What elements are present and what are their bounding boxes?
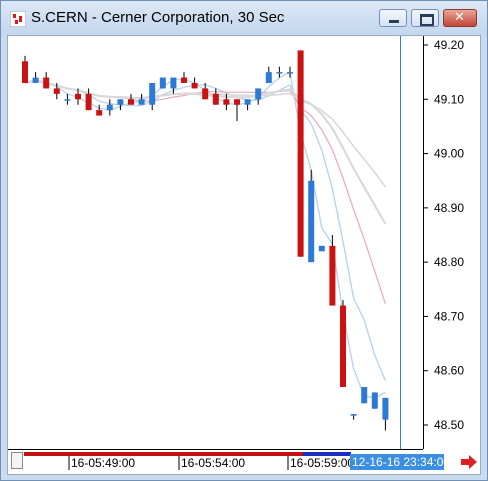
maximize-icon [420,14,434,26]
chart-window: S.CERN - Cerner Corporation, 30 Sec ✕ 49… [0,0,488,481]
candle-body [85,93,92,111]
x-tick-label: 16-05:59:00 [290,456,354,470]
x-tick-label: 16-05:49:00 [71,456,135,470]
x-tick-label: 16-05:54:00 [181,456,245,470]
y-tick-label: 49.20 [434,38,464,52]
candle-body [265,72,272,83]
y-tick-label: 48.60 [434,364,464,378]
y-tick-label: 48.90 [434,201,464,215]
candle[interactable] [371,392,378,409]
candle-body [255,88,262,100]
candle-body [297,50,304,257]
y-tick-label: 49.10 [434,92,464,106]
minimize-button[interactable] [379,9,407,27]
price-chart[interactable]: 49.20 49.10 49.00 48.90 48.80 48.70 48.60 48.50… [8,36,480,474]
candle-body [318,245,325,252]
candle-body [53,88,60,94]
candle-body [202,88,209,100]
candle[interactable] [297,50,304,257]
chart-area[interactable]: 49.20 49.10 49.00 48.90 48.80 48.70 48.60 48.50… [7,35,481,475]
candle-body [170,77,177,89]
candle-body [117,99,124,105]
candle-body [234,99,240,105]
candle-body [43,77,50,89]
candle-body [287,72,293,74]
close-button[interactable]: ✕ [443,9,477,27]
candle-body [244,99,251,105]
candle-body [149,83,156,105]
red-arrow-right-icon[interactable] [460,454,478,470]
candle[interactable] [361,387,368,404]
window-title: S.CERN - Cerner Corporation, 30 Sec [31,9,285,26]
candle[interactable] [340,300,346,387]
candle-body [106,104,113,111]
title-bar[interactable]: S.CERN - Cerner Corporation, 30 Sec ✕ [1,1,487,35]
y-tick-label: 48.50 [434,418,464,432]
candle-body [64,99,71,101]
candle[interactable] [159,77,166,89]
y-tick-label: 48.70 [434,309,464,323]
candle-body [371,392,378,409]
cursor-time-readout: 12-16-16 23:34:00 [350,454,451,470]
candle-body [340,305,346,387]
candle-body [361,387,368,404]
candle-body [159,77,166,89]
minimize-icon [389,20,399,23]
candle-body [350,414,357,416]
candle-body [382,397,389,420]
candle-body [22,61,28,83]
candle[interactable] [318,245,325,252]
candle-body [308,180,315,263]
app-icon [10,11,26,27]
candle-body [212,93,219,105]
candle-body [181,77,187,83]
candle-body [223,99,230,105]
close-icon: ✕ [454,10,465,25]
candle-body [32,77,39,83]
candle-body [128,99,134,105]
candle-body [96,110,103,116]
candle-body [138,99,145,105]
y-tick-label: 49.00 [434,147,464,161]
candle-body [191,83,198,89]
maximize-button[interactable] [411,9,439,27]
y-tick-label: 48.80 [434,255,464,269]
candle[interactable] [308,169,315,263]
scroll-thumb[interactable] [11,452,23,469]
candle-body [276,72,283,74]
candle-body [75,93,81,100]
candle-body [329,245,336,306]
